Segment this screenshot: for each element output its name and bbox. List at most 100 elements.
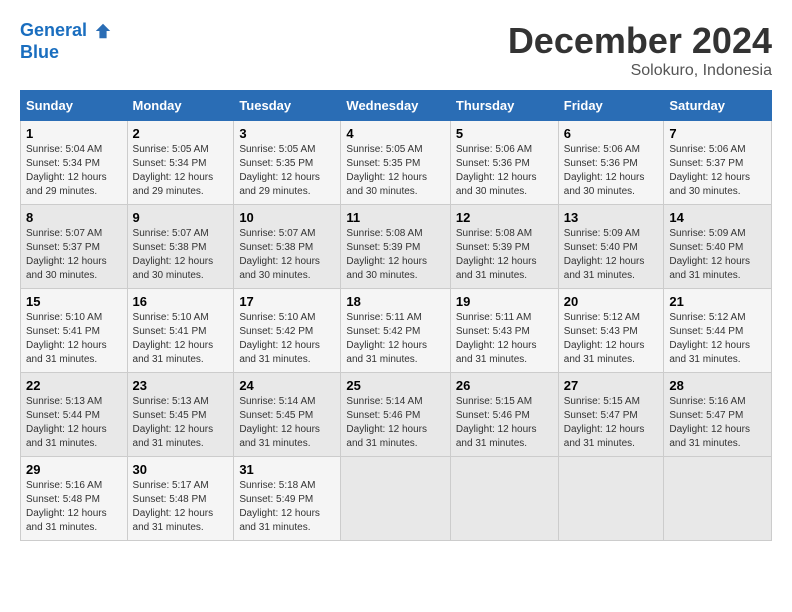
logo-subtext: Blue <box>20 42 112 64</box>
day-number: 20 <box>564 294 659 309</box>
day-info: Sunrise: 5:09 AMSunset: 5:40 PMDaylight:… <box>669 228 750 281</box>
calendar-cell: 29 Sunrise: 5:16 AMSunset: 5:48 PMDaylig… <box>21 457 128 541</box>
calendar-cell: 1 Sunrise: 5:04 AMSunset: 5:34 PMDayligh… <box>21 121 128 205</box>
day-info: Sunrise: 5:05 AMSunset: 5:35 PMDaylight:… <box>239 144 320 197</box>
weekday-header: Thursday <box>450 91 558 121</box>
calendar-cell: 25 Sunrise: 5:14 AMSunset: 5:46 PMDaylig… <box>341 373 450 457</box>
calendar-week-row: 29 Sunrise: 5:16 AMSunset: 5:48 PMDaylig… <box>21 457 772 541</box>
day-number: 19 <box>456 294 553 309</box>
calendar-cell: 6 Sunrise: 5:06 AMSunset: 5:36 PMDayligh… <box>558 121 664 205</box>
calendar-cell: 26 Sunrise: 5:15 AMSunset: 5:46 PMDaylig… <box>450 373 558 457</box>
calendar-cell: 20 Sunrise: 5:12 AMSunset: 5:43 PMDaylig… <box>558 289 664 373</box>
calendar-cell: 28 Sunrise: 5:16 AMSunset: 5:47 PMDaylig… <box>664 373 772 457</box>
calendar-cell: 10 Sunrise: 5:07 AMSunset: 5:38 PMDaylig… <box>234 205 341 289</box>
location: Solokuro, Indonesia <box>508 62 772 80</box>
calendar-cell: 12 Sunrise: 5:08 AMSunset: 5:39 PMDaylig… <box>450 205 558 289</box>
calendar-table: SundayMondayTuesdayWednesdayThursdayFrid… <box>20 90 772 541</box>
day-number: 25 <box>346 378 444 393</box>
day-info: Sunrise: 5:11 AMSunset: 5:42 PMDaylight:… <box>346 312 427 365</box>
day-info: Sunrise: 5:10 AMSunset: 5:41 PMDaylight:… <box>26 312 107 365</box>
calendar-week-row: 8 Sunrise: 5:07 AMSunset: 5:37 PMDayligh… <box>21 205 772 289</box>
day-number: 16 <box>133 294 229 309</box>
day-number: 1 <box>26 126 122 141</box>
day-number: 17 <box>239 294 335 309</box>
calendar-cell <box>341 457 450 541</box>
weekday-header: Tuesday <box>234 91 341 121</box>
day-number: 24 <box>239 378 335 393</box>
day-info: Sunrise: 5:13 AMSunset: 5:45 PMDaylight:… <box>133 396 214 449</box>
calendar-cell: 3 Sunrise: 5:05 AMSunset: 5:35 PMDayligh… <box>234 121 341 205</box>
calendar-cell: 30 Sunrise: 5:17 AMSunset: 5:48 PMDaylig… <box>127 457 234 541</box>
day-info: Sunrise: 5:08 AMSunset: 5:39 PMDaylight:… <box>346 228 427 281</box>
calendar-cell: 22 Sunrise: 5:13 AMSunset: 5:44 PMDaylig… <box>21 373 128 457</box>
day-number: 14 <box>669 210 766 225</box>
logo-text: General <box>20 20 112 42</box>
weekday-header: Friday <box>558 91 664 121</box>
day-info: Sunrise: 5:06 AMSunset: 5:37 PMDaylight:… <box>669 144 750 197</box>
day-info: Sunrise: 5:12 AMSunset: 5:43 PMDaylight:… <box>564 312 645 365</box>
day-number: 2 <box>133 126 229 141</box>
calendar-cell: 8 Sunrise: 5:07 AMSunset: 5:37 PMDayligh… <box>21 205 128 289</box>
day-info: Sunrise: 5:10 AMSunset: 5:41 PMDaylight:… <box>133 312 214 365</box>
calendar-cell: 17 Sunrise: 5:10 AMSunset: 5:42 PMDaylig… <box>234 289 341 373</box>
calendar-cell: 21 Sunrise: 5:12 AMSunset: 5:44 PMDaylig… <box>664 289 772 373</box>
calendar-cell: 27 Sunrise: 5:15 AMSunset: 5:47 PMDaylig… <box>558 373 664 457</box>
day-number: 27 <box>564 378 659 393</box>
day-number: 21 <box>669 294 766 309</box>
day-info: Sunrise: 5:16 AMSunset: 5:47 PMDaylight:… <box>669 396 750 449</box>
calendar-cell: 2 Sunrise: 5:05 AMSunset: 5:34 PMDayligh… <box>127 121 234 205</box>
day-info: Sunrise: 5:18 AMSunset: 5:49 PMDaylight:… <box>239 480 320 533</box>
day-number: 15 <box>26 294 122 309</box>
day-info: Sunrise: 5:11 AMSunset: 5:43 PMDaylight:… <box>456 312 537 365</box>
day-number: 7 <box>669 126 766 141</box>
day-number: 28 <box>669 378 766 393</box>
calendar-cell: 15 Sunrise: 5:10 AMSunset: 5:41 PMDaylig… <box>21 289 128 373</box>
calendar-cell: 7 Sunrise: 5:06 AMSunset: 5:37 PMDayligh… <box>664 121 772 205</box>
calendar-cell: 14 Sunrise: 5:09 AMSunset: 5:40 PMDaylig… <box>664 205 772 289</box>
day-number: 26 <box>456 378 553 393</box>
day-info: Sunrise: 5:05 AMSunset: 5:35 PMDaylight:… <box>346 144 427 197</box>
weekday-header: Sunday <box>21 91 128 121</box>
calendar-week-row: 1 Sunrise: 5:04 AMSunset: 5:34 PMDayligh… <box>21 121 772 205</box>
day-info: Sunrise: 5:12 AMSunset: 5:44 PMDaylight:… <box>669 312 750 365</box>
day-number: 18 <box>346 294 444 309</box>
page-header: General Blue December 2024 Solokuro, Ind… <box>20 20 772 80</box>
calendar-cell <box>450 457 558 541</box>
day-info: Sunrise: 5:06 AMSunset: 5:36 PMDaylight:… <box>456 144 537 197</box>
day-info: Sunrise: 5:05 AMSunset: 5:34 PMDaylight:… <box>133 144 214 197</box>
day-info: Sunrise: 5:07 AMSunset: 5:38 PMDaylight:… <box>133 228 214 281</box>
day-info: Sunrise: 5:14 AMSunset: 5:46 PMDaylight:… <box>346 396 427 449</box>
day-number: 8 <box>26 210 122 225</box>
day-info: Sunrise: 5:04 AMSunset: 5:34 PMDaylight:… <box>26 144 107 197</box>
calendar-cell: 23 Sunrise: 5:13 AMSunset: 5:45 PMDaylig… <box>127 373 234 457</box>
calendar-cell: 18 Sunrise: 5:11 AMSunset: 5:42 PMDaylig… <box>341 289 450 373</box>
day-number: 29 <box>26 462 122 477</box>
day-number: 10 <box>239 210 335 225</box>
day-number: 22 <box>26 378 122 393</box>
calendar-cell: 4 Sunrise: 5:05 AMSunset: 5:35 PMDayligh… <box>341 121 450 205</box>
day-number: 31 <box>239 462 335 477</box>
day-number: 30 <box>133 462 229 477</box>
day-info: Sunrise: 5:15 AMSunset: 5:46 PMDaylight:… <box>456 396 537 449</box>
day-info: Sunrise: 5:17 AMSunset: 5:48 PMDaylight:… <box>133 480 214 533</box>
calendar-cell: 5 Sunrise: 5:06 AMSunset: 5:36 PMDayligh… <box>450 121 558 205</box>
calendar-cell: 31 Sunrise: 5:18 AMSunset: 5:49 PMDaylig… <box>234 457 341 541</box>
day-number: 5 <box>456 126 553 141</box>
calendar-cell <box>558 457 664 541</box>
month-title: December 2024 <box>508 20 772 62</box>
day-info: Sunrise: 5:16 AMSunset: 5:48 PMDaylight:… <box>26 480 107 533</box>
calendar-week-row: 15 Sunrise: 5:10 AMSunset: 5:41 PMDaylig… <box>21 289 772 373</box>
calendar-week-row: 22 Sunrise: 5:13 AMSunset: 5:44 PMDaylig… <box>21 373 772 457</box>
calendar-cell: 9 Sunrise: 5:07 AMSunset: 5:38 PMDayligh… <box>127 205 234 289</box>
day-info: Sunrise: 5:09 AMSunset: 5:40 PMDaylight:… <box>564 228 645 281</box>
calendar-cell: 11 Sunrise: 5:08 AMSunset: 5:39 PMDaylig… <box>341 205 450 289</box>
day-number: 6 <box>564 126 659 141</box>
day-number: 11 <box>346 210 444 225</box>
day-info: Sunrise: 5:14 AMSunset: 5:45 PMDaylight:… <box>239 396 320 449</box>
weekday-header: Wednesday <box>341 91 450 121</box>
weekday-header: Saturday <box>664 91 772 121</box>
day-info: Sunrise: 5:15 AMSunset: 5:47 PMDaylight:… <box>564 396 645 449</box>
day-number: 13 <box>564 210 659 225</box>
day-info: Sunrise: 5:06 AMSunset: 5:36 PMDaylight:… <box>564 144 645 197</box>
day-info: Sunrise: 5:07 AMSunset: 5:37 PMDaylight:… <box>26 228 107 281</box>
